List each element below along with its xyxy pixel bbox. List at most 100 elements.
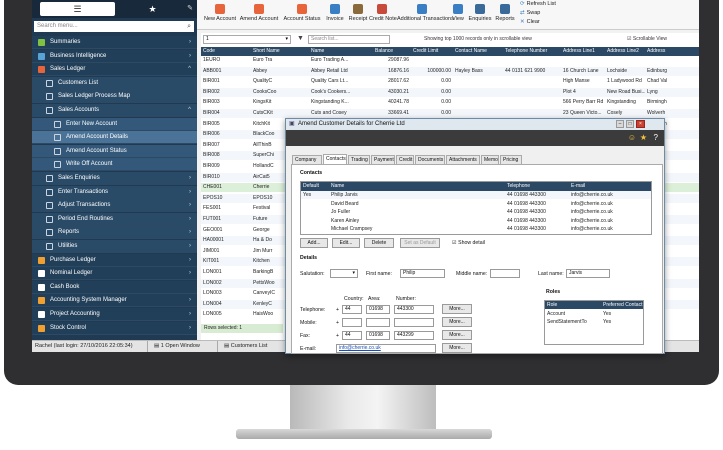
toolbar-button[interactable]: Enquiries xyxy=(467,2,493,28)
more-button[interactable]: More... xyxy=(442,304,472,314)
column-header[interactable]: Telephone Number xyxy=(503,47,561,56)
tel-part-field[interactable]: 44 xyxy=(342,305,362,314)
fax-part-field[interactable]: 44 xyxy=(342,331,362,340)
menu-tab[interactable]: ☰ xyxy=(40,2,115,16)
add-contact-button[interactable]: Add... xyxy=(300,238,328,248)
tab-contacts[interactable]: Contacts xyxy=(323,154,347,164)
role-row[interactable]: Account Yes xyxy=(545,310,643,318)
grid-search-input[interactable]: Search list... xyxy=(308,35,390,44)
sidebar-item[interactable]: Nominal Ledger › xyxy=(32,267,197,281)
tab-documents[interactable]: Documents xyxy=(415,155,445,164)
toolbar-button[interactable]: Amend Account xyxy=(239,2,279,28)
sidebar-item[interactable]: Sales Accounts ^ xyxy=(32,104,197,117)
sidebar-item[interactable]: Sales Ledger ^ xyxy=(32,63,197,77)
menu-search-input[interactable]: Search menu... ⌕ xyxy=(34,21,194,32)
table-row[interactable]: BIR004 CutsCKit Cuts and Cosey 33669.41 0.00… xyxy=(201,109,699,118)
column-header[interactable]: E-mail xyxy=(569,182,653,191)
open-windows[interactable]: ▤ 1 Open Window xyxy=(154,341,200,352)
column-header[interactable]: Contact Name xyxy=(453,47,503,56)
funnel-icon[interactable]: ▼ xyxy=(297,35,304,42)
maximize-button[interactable]: □ xyxy=(626,120,634,128)
set-default-button[interactable]: Set as Default xyxy=(400,238,440,248)
column-header[interactable]: Short Name xyxy=(251,47,309,56)
sidebar-item[interactable]: Purchase Ledger › xyxy=(32,253,197,267)
table-row[interactable]: BIR001 QualityC Quality Cars Lt... 28017.62… xyxy=(201,77,699,86)
first-name-field[interactable]: Philip xyxy=(400,269,445,278)
smiley-icon[interactable]: ☺ xyxy=(628,133,636,142)
column-header[interactable]: Name xyxy=(309,47,373,56)
sidebar-item[interactable]: Customers List xyxy=(32,76,197,90)
column-header[interactable]: Name xyxy=(329,182,505,191)
sidebar-item[interactable]: Write Off Account xyxy=(32,158,197,172)
sidebar-item[interactable]: Utilities › xyxy=(32,240,197,253)
toolbar-button[interactable]: View xyxy=(450,2,466,28)
last-name-field[interactable]: Jarvis xyxy=(566,269,610,278)
more-button[interactable]: More... xyxy=(442,343,472,353)
more-button[interactable]: More... xyxy=(442,317,472,327)
contact-row[interactable]: Yes Philip Jarvis 44 01698 443300 info@cher… xyxy=(301,191,651,199)
sidebar-item[interactable]: Stock Control › xyxy=(32,321,197,335)
sidebar-item[interactable]: Accounting System Manager › xyxy=(32,294,197,308)
column-header[interactable]: Default xyxy=(301,182,329,191)
scrollable-view-toggle[interactable]: ☑ Scrollable View xyxy=(627,36,667,42)
column-header[interactable]: Balance xyxy=(373,47,411,56)
minimize-button[interactable]: – xyxy=(616,120,624,128)
toolbar-button[interactable]: New Account xyxy=(203,2,237,28)
toolbar-side-button[interactable]: ⇄ Swap xyxy=(520,10,540,16)
sidebar-item[interactable]: Summaries › xyxy=(32,36,197,49)
column-header[interactable]: Credit Limit xyxy=(411,47,453,56)
tab-trading[interactable]: Trading xyxy=(348,155,370,164)
table-row[interactable]: ABB001 Abbey Abbey Retail Ltd 16876.16 10000… xyxy=(201,66,699,76)
sidebar-item[interactable]: Business Intelligence › xyxy=(32,49,197,63)
contact-row[interactable]: Michael Crampsey 44 01698 443300 info@cher… xyxy=(301,225,651,233)
contact-row[interactable]: David Beard 44 01698 443300 info@cherrie.c… xyxy=(301,200,651,208)
toolbar-button[interactable]: Invoice xyxy=(325,2,345,28)
mobile-part-field[interactable] xyxy=(394,318,434,327)
sidebar-item[interactable]: Enter New Account xyxy=(32,117,197,131)
tab-company[interactable]: Company xyxy=(292,155,322,164)
sidebar-item[interactable]: Sales Ledger Process Map xyxy=(32,90,197,104)
table-row[interactable]: 1EURO Euro Tra Euro Trading A... 29087.96 xyxy=(201,56,699,65)
column-header[interactable]: Address Line2 xyxy=(605,47,645,56)
role-row[interactable]: SendStatementTo Yes xyxy=(545,318,643,326)
column-header[interactable]: Preferred Contact xyxy=(601,301,645,309)
toolbar-button[interactable]: Credit Note xyxy=(369,2,397,28)
close-button[interactable]: × xyxy=(636,120,645,128)
filter-select[interactable]: 1 ▾ xyxy=(203,35,291,44)
table-row[interactable]: BIR003 KingsKit Kingstanding K... 40241.78 0… xyxy=(201,98,699,107)
column-header[interactable]: Telephone xyxy=(505,182,569,191)
toolbar-side-button[interactable]: ✕ Clear xyxy=(520,19,540,25)
mobile-part-field[interactable] xyxy=(366,318,390,327)
toolbar-button[interactable]: Reports xyxy=(494,2,516,28)
sidebar-item[interactable]: Sales Enquiries › xyxy=(32,172,197,185)
edit-contact-button[interactable]: Edit... xyxy=(332,238,360,248)
contact-row[interactable]: Jo Fuller 44 01698 443300 info@cherrie.co.… xyxy=(301,208,651,216)
column-header[interactable]: Code xyxy=(201,47,251,56)
tel-part-field[interactable]: 01698 xyxy=(366,305,390,314)
sidebar-item[interactable]: Amend Account Details xyxy=(32,131,197,145)
table-row[interactable]: BIR002 CooksCoo Cook's Cookers... 43030.21 0… xyxy=(201,87,699,97)
column-header[interactable]: Address Line1 xyxy=(561,47,605,56)
salutation-select[interactable]: ▾ xyxy=(330,269,358,278)
tab-memo[interactable]: Memo xyxy=(481,155,499,164)
toolbar-side-button[interactable]: ⟳ Refresh List xyxy=(520,1,556,7)
tab-attachments[interactable]: Attachments xyxy=(446,155,480,164)
tab-pricing[interactable]: Pricing xyxy=(500,155,522,164)
help-icon[interactable]: ? xyxy=(654,133,658,142)
tab-credit[interactable]: Credit xyxy=(396,155,414,164)
toolbar-button[interactable]: Receipt xyxy=(348,2,368,28)
sidebar-item[interactable]: Enter Transactions › xyxy=(32,185,197,199)
column-header[interactable]: Role xyxy=(545,301,601,309)
pin-icon[interactable]: ✎ xyxy=(187,4,193,12)
toolbar-button[interactable]: Account Status xyxy=(281,2,323,28)
tab-payment[interactable]: Payment xyxy=(371,155,395,164)
email-field[interactable]: info@cherrie.co.uk xyxy=(336,344,436,353)
star-icon[interactable]: ★ xyxy=(640,133,647,142)
sidebar-item[interactable]: Adjust Transactions › xyxy=(32,199,197,213)
toolbar-button[interactable]: Additional Transactions xyxy=(397,2,454,28)
column-header[interactable]: Address xyxy=(645,47,699,56)
sidebar-item[interactable]: Period End Routines › xyxy=(32,212,197,226)
mobile-part-field[interactable] xyxy=(342,318,362,327)
sidebar-item[interactable]: Amend Account Status xyxy=(32,144,197,158)
taskbar-tab-customers[interactable]: ▤ Customers List xyxy=(224,341,267,352)
